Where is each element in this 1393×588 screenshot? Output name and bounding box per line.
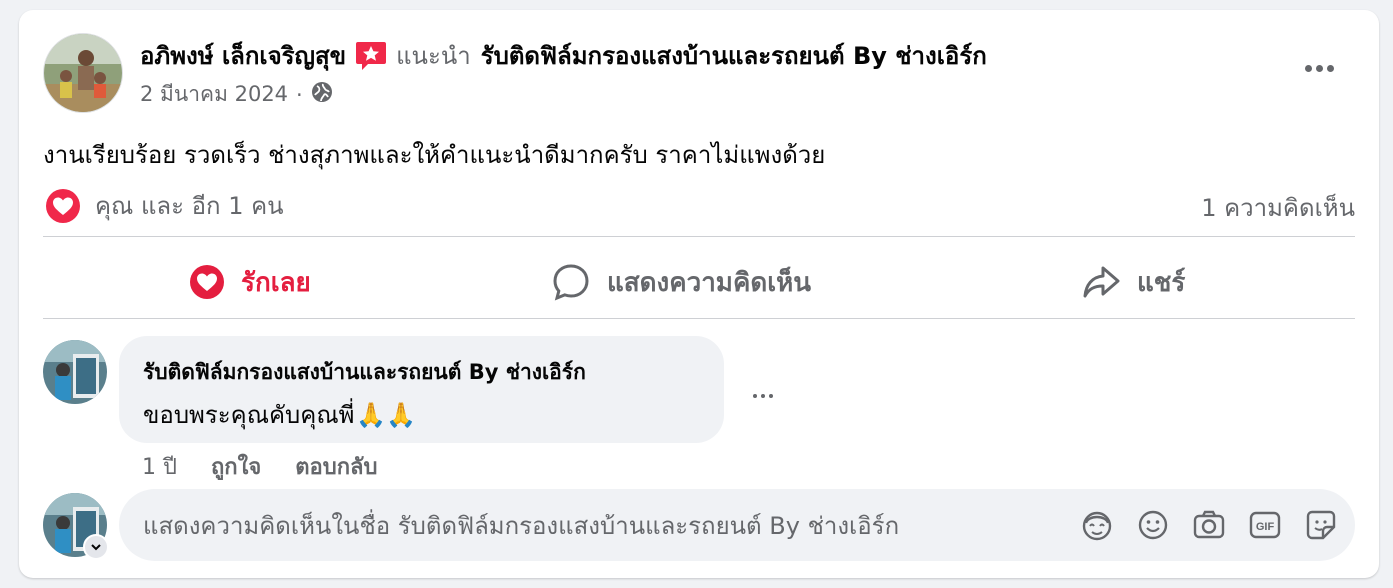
comment-options-button[interactable] <box>745 378 781 414</box>
love-button-label: รักเลย <box>241 267 311 298</box>
camera-icon[interactable] <box>1191 507 1227 543</box>
praying-hands-emoji: 🙏🙏 <box>356 400 417 429</box>
post-options-button[interactable] <box>1295 48 1343 88</box>
author-avatar[interactable] <box>43 33 123 113</box>
comment-bubble: รับติดฟิล์มกรองแสงบ้านและรถยนต์ By ช่างเ… <box>119 336 724 443</box>
comment-like-button[interactable]: ถูกใจ <box>211 449 261 484</box>
comment-count[interactable]: 1 ความคิดเห็น <box>1201 188 1355 227</box>
post-author-line: อภิพงษ์ เล็กเจริญสุข แนะนำ รับติดฟิล์มกร… <box>140 36 987 75</box>
more-dot <box>761 394 765 398</box>
love-reaction-icon <box>45 188 81 224</box>
share-icon <box>1083 266 1120 298</box>
sticker-icon[interactable] <box>1303 507 1339 543</box>
divider <box>43 236 1355 237</box>
reaction-summary[interactable]: คุณ และ อีก 1 คน <box>45 186 284 225</box>
comment-icon <box>553 264 589 301</box>
share-button[interactable]: แชร์ <box>1081 254 1185 310</box>
meta-separator: · <box>296 82 303 107</box>
more-dot <box>1315 64 1323 72</box>
more-dot <box>1326 64 1334 72</box>
share-button-label: แชร์ <box>1137 267 1186 298</box>
emoji-icon[interactable] <box>1135 507 1171 543</box>
composer-icons: GIF <box>1059 507 1339 543</box>
recommend-badge-icon <box>354 39 388 73</box>
avatar-sticker-icon[interactable] <box>1079 507 1115 543</box>
post-meta: 2 มีนาคม 2024 · <box>140 78 333 111</box>
comment-input-placeholder[interactable]: แสดงความคิดเห็นในชื่อ รับติดฟิล์มกรองแสง… <box>143 506 899 545</box>
more-dot <box>1304 64 1312 72</box>
comment-button[interactable]: แสดงความคิดเห็น <box>551 254 811 310</box>
svg-text:GIF: GIF <box>1256 521 1275 533</box>
comment-button-label: แสดงความคิดเห็น <box>607 267 812 298</box>
post-author-name[interactable]: อภิพงษ์ เล็กเจริญสุข <box>140 36 346 75</box>
post-date[interactable]: 2 มีนาคม 2024 <box>140 78 288 111</box>
profile-switch-chevron-icon[interactable] <box>83 534 109 560</box>
comment-author[interactable]: รับติดฟิล์มกรองแสงบ้านและรถยนต์ By ช่างเ… <box>143 356 700 389</box>
reaction-summary-text: คุณ และ อีก 1 คน <box>95 192 284 220</box>
comment-composer[interactable]: แสดงความคิดเห็นในชื่อ รับติดฟิล์มกรองแสง… <box>119 489 1355 561</box>
love-button[interactable]: รักเลย <box>189 254 311 310</box>
more-dot <box>753 394 757 398</box>
globe-icon[interactable] <box>311 81 333 108</box>
more-dot <box>769 394 773 398</box>
post-card: อภิพงษ์ เล็กเจริญสุข แนะนำ รับติดฟิล์มกร… <box>19 10 1379 578</box>
recommends-label: แนะนำ <box>396 42 471 70</box>
comment-text: ขอบพระคุณคับคุณพี่ <box>143 401 355 429</box>
divider <box>43 318 1355 319</box>
comment-reply-button[interactable]: ตอบกลับ <box>295 449 377 484</box>
comment-age[interactable]: 1 ปี <box>142 449 177 484</box>
commenter-avatar[interactable] <box>43 340 107 404</box>
comment-actions: 1 ปี ถูกใจ ตอบกลับ <box>142 449 411 484</box>
comment-text-row: ขอบพระคุณคับคุณพี่ 🙏🙏 <box>143 395 700 434</box>
gif-icon[interactable]: GIF <box>1247 507 1283 543</box>
post-text: งานเรียบร้อย รวดเร็ว ช่างสุภาพและให้คำแน… <box>43 141 826 169</box>
heart-icon <box>190 265 224 299</box>
recommended-page-name[interactable]: รับติดฟิล์มกรองแสงบ้านและรถยนต์ By ช่างเ… <box>481 36 987 75</box>
